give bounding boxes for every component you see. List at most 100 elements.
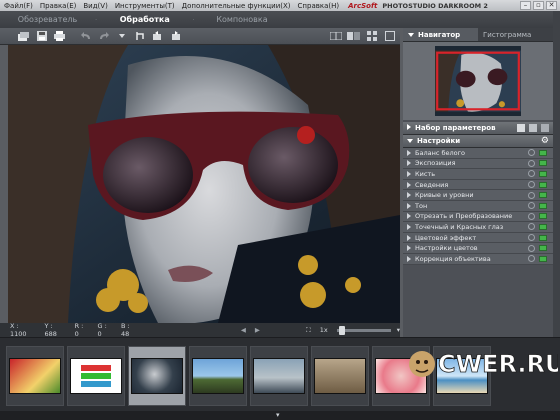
preset-delete-icon[interactable] — [541, 124, 549, 132]
window-controls: – ▫ ✕ — [520, 1, 557, 10]
reset-icon[interactable] — [528, 234, 535, 242]
settings-item[interactable]: Кривые и уровни — [403, 190, 553, 201]
reset-icon[interactable] — [528, 159, 535, 167]
thumbnail[interactable] — [311, 346, 369, 406]
close-icon[interactable]: ✕ — [546, 1, 557, 10]
menu-tools[interactable]: Инструменты(T) — [115, 2, 175, 10]
navigator-thumbnail — [435, 46, 521, 116]
chevron-down-icon[interactable] — [114, 30, 129, 43]
expand-icon — [407, 255, 411, 262]
enable-toggle[interactable] — [539, 213, 547, 220]
chevron-down-icon[interactable]: ▾ — [276, 411, 280, 419]
redo-icon[interactable] — [96, 30, 111, 43]
fullscreen-icon[interactable] — [382, 30, 397, 43]
settings-item[interactable]: Баланс белого — [403, 148, 553, 159]
menu-edit[interactable]: Правка(E) — [40, 2, 77, 10]
thumbnail[interactable] — [189, 346, 247, 406]
rotate-left-icon[interactable] — [150, 30, 165, 43]
expand-icon — [407, 181, 411, 188]
tab-compose[interactable]: Компоновка — [194, 15, 289, 24]
presets-header[interactable]: Набор параметеров — [403, 122, 553, 135]
expand-icon — [407, 213, 411, 220]
compare-icon[interactable] — [328, 30, 343, 43]
minimize-icon[interactable]: – — [520, 1, 531, 10]
navigator-preview[interactable] — [403, 42, 553, 120]
settings-item-label: Цветовой эффект — [415, 233, 477, 242]
right-scroll-strip[interactable] — [553, 11, 560, 337]
settings-item[interactable]: Экспозиция — [403, 158, 553, 170]
reset-icon[interactable] — [528, 149, 535, 157]
tab-navigator[interactable]: Навигатор — [403, 28, 478, 41]
reset-icon[interactable] — [528, 170, 535, 178]
settings-item-label: Настройки цветов — [415, 244, 478, 253]
mode-tabs: Обозреватель · Обработка · Компоновка — [0, 11, 560, 28]
settings-item-label: Точечный и Красных глаз — [415, 222, 504, 231]
toolbar — [0, 28, 400, 45]
prev-image-icon[interactable]: ◀ — [241, 326, 246, 334]
reset-icon[interactable] — [528, 202, 535, 210]
reset-icon[interactable] — [528, 223, 535, 231]
presets-label: Набор параметеров — [415, 124, 496, 132]
menu-help[interactable]: Справка(H) — [298, 2, 340, 10]
enable-toggle[interactable] — [539, 255, 547, 262]
rotate-right-icon[interactable] — [168, 30, 183, 43]
thumbnail[interactable] — [6, 346, 64, 406]
tab-edit[interactable]: Обработка — [97, 15, 192, 24]
menu-bar: Файл(F) Правка(E) Вид(V) Инструменты(T) … — [0, 0, 560, 11]
enable-toggle[interactable] — [539, 192, 547, 199]
zoom-slider-thumb[interactable] — [338, 325, 345, 335]
expand-icon — [407, 160, 411, 167]
before-after-icon[interactable] — [346, 30, 361, 43]
settings-header[interactable]: Настройки ⚙ — [403, 135, 553, 148]
grid-icon[interactable] — [364, 30, 379, 43]
enable-toggle[interactable] — [539, 181, 547, 188]
settings-item[interactable]: Кисть — [403, 169, 553, 180]
enable-toggle[interactable] — [539, 234, 547, 241]
revert-icon[interactable] — [132, 30, 147, 43]
expand-icon — [407, 170, 411, 177]
settings-item[interactable]: Отрезать и Преобразование — [403, 211, 553, 223]
settings-item[interactable]: Сведения — [403, 179, 553, 191]
tab-browser[interactable]: Обозреватель — [0, 15, 95, 24]
import-icon[interactable] — [16, 30, 31, 43]
reset-icon[interactable] — [528, 212, 535, 220]
next-image-icon[interactable]: ▶ — [255, 326, 260, 334]
menu-file[interactable]: Файл(F) — [4, 2, 33, 10]
settings-item[interactable]: Точечный и Красных глаз — [403, 222, 553, 233]
enable-toggle[interactable] — [539, 160, 547, 167]
enable-toggle[interactable] — [539, 245, 547, 252]
enable-toggle[interactable] — [539, 223, 547, 230]
undo-icon[interactable] — [78, 30, 93, 43]
bottom-bar: ▾ — [0, 411, 560, 420]
print-icon[interactable] — [52, 30, 67, 43]
tab-histogram[interactable]: Гистограмма — [478, 28, 553, 41]
thumbnail[interactable] — [250, 346, 308, 406]
chevron-down-icon[interactable]: ▾ — [397, 326, 400, 334]
settings-item[interactable]: Коррекция объектива — [403, 253, 553, 265]
thumbnail[interactable] — [67, 346, 125, 406]
settings-item[interactable]: Тон — [403, 200, 553, 212]
reset-icon[interactable] — [528, 244, 535, 252]
settings-item[interactable]: Цветовой эффект — [403, 232, 553, 244]
preset-load-icon[interactable] — [529, 124, 537, 132]
menu-view[interactable]: Вид(V) — [83, 2, 107, 10]
pixel-b: B : 48 — [120, 322, 130, 338]
settings-gear-icon[interactable]: ⚙ — [541, 136, 549, 146]
settings-item[interactable]: Настройки цветов — [403, 243, 553, 254]
enable-toggle[interactable] — [539, 149, 547, 156]
pixel-r: R : 0 — [74, 322, 84, 338]
maximize-icon[interactable]: ▫ — [533, 1, 544, 10]
reset-icon[interactable] — [528, 255, 535, 263]
enable-toggle[interactable] — [539, 170, 547, 177]
cursor-x: X : 1100 — [10, 322, 27, 338]
enable-toggle[interactable] — [539, 202, 547, 209]
zoom-slider[interactable] — [336, 325, 391, 335]
thumbnail-selected[interactable] — [128, 346, 186, 406]
fit-screen-icon[interactable]: ⛶ — [306, 326, 311, 335]
reset-icon[interactable] — [528, 181, 535, 189]
save-icon[interactable] — [34, 30, 49, 43]
reset-icon[interactable] — [528, 191, 535, 199]
preset-save-icon[interactable] — [517, 124, 525, 132]
image-viewer[interactable] — [8, 45, 400, 323]
menu-extra[interactable]: Дополнительные функции(X) — [182, 2, 291, 10]
